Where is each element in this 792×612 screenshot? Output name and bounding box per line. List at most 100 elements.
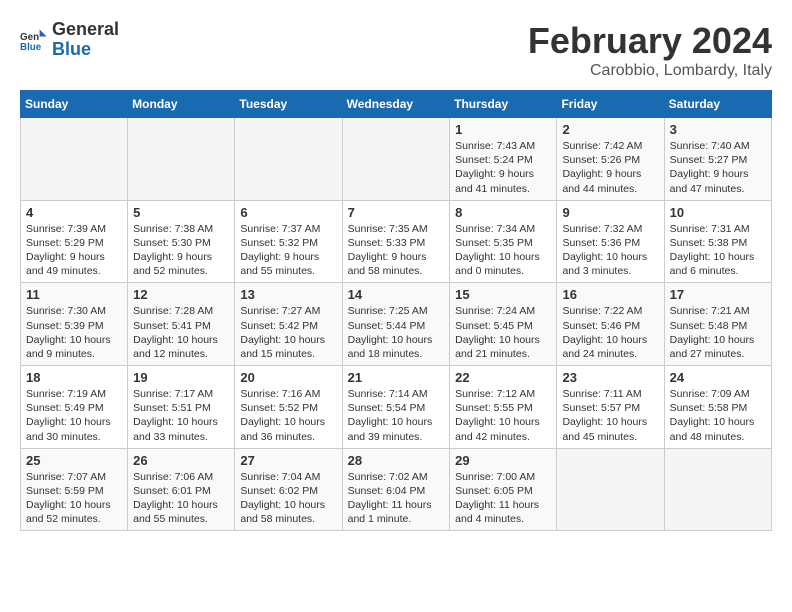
day-cell: 15 Sunrise: 7:24 AM Sunset: 5:45 PM Dayli…	[450, 283, 557, 366]
day-cell	[342, 118, 450, 201]
day-info: Sunrise: 7:39 AM Sunset: 5:29 PM Dayligh…	[26, 222, 122, 279]
calendar-subtitle: Carobbio, Lombardy, Italy	[528, 62, 772, 80]
day-info: Sunrise: 7:32 AM Sunset: 5:36 PM Dayligh…	[562, 222, 658, 279]
day-number: 3	[670, 122, 766, 137]
day-info: Sunrise: 7:09 AM Sunset: 5:58 PM Dayligh…	[670, 387, 766, 444]
calendar-table: SundayMondayTuesdayWednesdayThursdayFrid…	[20, 90, 772, 531]
day-cell: 28Sunrise: 7:02 AM Sunset: 6:04 PM Dayli…	[342, 448, 450, 531]
day-cell	[128, 118, 235, 201]
day-info: Sunrise: 7:37 AM Sunset: 5:32 PM Dayligh…	[240, 222, 336, 279]
day-cell: 8 Sunrise: 7:34 AM Sunset: 5:35 PM Daylig…	[450, 200, 557, 283]
calendar-title: February 2024	[528, 20, 772, 62]
day-number: 16	[562, 287, 658, 302]
day-info: Sunrise: 7:24 AM Sunset: 5:45 PM Dayligh…	[455, 304, 551, 361]
day-info: Sunrise: 7:04 AM Sunset: 6:02 PM Dayligh…	[240, 470, 336, 527]
day-cell: 9 Sunrise: 7:32 AM Sunset: 5:36 PM Daylig…	[557, 200, 664, 283]
day-cell: 20Sunrise: 7:16 AM Sunset: 5:52 PM Dayli…	[235, 366, 342, 449]
day-cell: 23 Sunrise: 7:11 AM Sunset: 5:57 PM Dayli…	[557, 366, 664, 449]
day-number: 12	[133, 287, 229, 302]
day-info: Sunrise: 7:17 AM Sunset: 5:51 PM Dayligh…	[133, 387, 229, 444]
day-info: Sunrise: 7:07 AM Sunset: 5:59 PM Dayligh…	[26, 470, 122, 527]
day-info: Sunrise: 7:43 AM Sunset: 5:24 PM Dayligh…	[455, 139, 551, 196]
day-cell: 7Sunrise: 7:35 AM Sunset: 5:33 PM Daylig…	[342, 200, 450, 283]
day-info: Sunrise: 7:22 AM Sunset: 5:46 PM Dayligh…	[562, 304, 658, 361]
day-number: 27	[240, 453, 336, 468]
day-number: 7	[348, 205, 445, 220]
day-cell: 4 Sunrise: 7:39 AM Sunset: 5:29 PM Daylig…	[21, 200, 128, 283]
svg-text:Blue: Blue	[20, 42, 42, 53]
header-thursday: Thursday	[450, 91, 557, 118]
logo-icon: Gen Blue	[20, 26, 48, 54]
day-number: 4	[26, 205, 122, 220]
day-cell: 3 Sunrise: 7:40 AM Sunset: 5:27 PM Daylig…	[664, 118, 771, 201]
header-saturday: Saturday	[664, 91, 771, 118]
day-number: 23	[562, 370, 658, 385]
day-number: 18	[26, 370, 122, 385]
week-row-0: 1Sunrise: 7:43 AM Sunset: 5:24 PM Daylig…	[21, 118, 772, 201]
day-cell: 22Sunrise: 7:12 AM Sunset: 5:55 PM Dayli…	[450, 366, 557, 449]
day-cell: 5 Sunrise: 7:38 AM Sunset: 5:30 PM Daylig…	[128, 200, 235, 283]
day-info: Sunrise: 7:25 AM Sunset: 5:44 PM Dayligh…	[348, 304, 445, 361]
day-info: Sunrise: 7:11 AM Sunset: 5:57 PM Dayligh…	[562, 387, 658, 444]
day-info: Sunrise: 7:14 AM Sunset: 5:54 PM Dayligh…	[348, 387, 445, 444]
day-info: Sunrise: 7:19 AM Sunset: 5:49 PM Dayligh…	[26, 387, 122, 444]
header-friday: Friday	[557, 91, 664, 118]
logo-line1: General	[52, 20, 119, 40]
week-row-2: 11Sunrise: 7:30 AM Sunset: 5:39 PM Dayli…	[21, 283, 772, 366]
day-number: 8	[455, 205, 551, 220]
header-monday: Monday	[128, 91, 235, 118]
day-number: 13	[240, 287, 336, 302]
day-number: 17	[670, 287, 766, 302]
day-number: 29	[455, 453, 551, 468]
title-area: February 2024 Carobbio, Lombardy, Italy	[528, 20, 772, 80]
day-number: 11	[26, 287, 122, 302]
day-cell: 26 Sunrise: 7:06 AM Sunset: 6:01 PM Dayli…	[128, 448, 235, 531]
day-number: 26	[133, 453, 229, 468]
day-number: 24	[670, 370, 766, 385]
day-cell	[557, 448, 664, 531]
day-number: 6	[240, 205, 336, 220]
day-cell: 21Sunrise: 7:14 AM Sunset: 5:54 PM Dayli…	[342, 366, 450, 449]
header-wednesday: Wednesday	[342, 91, 450, 118]
header-sunday: Sunday	[21, 91, 128, 118]
day-cell: 24 Sunrise: 7:09 AM Sunset: 5:58 PM Dayli…	[664, 366, 771, 449]
day-number: 28	[348, 453, 445, 468]
day-cell: 13 Sunrise: 7:27 AM Sunset: 5:42 PM Dayli…	[235, 283, 342, 366]
day-cell: 18 Sunrise: 7:19 AM Sunset: 5:49 PM Dayli…	[21, 366, 128, 449]
page-header: Gen Blue General Blue February 2024 Caro…	[20, 20, 772, 80]
day-info: Sunrise: 7:06 AM Sunset: 6:01 PM Dayligh…	[133, 470, 229, 527]
day-cell: 12Sunrise: 7:28 AM Sunset: 5:41 PM Dayli…	[128, 283, 235, 366]
day-info: Sunrise: 7:34 AM Sunset: 5:35 PM Dayligh…	[455, 222, 551, 279]
day-number: 25	[26, 453, 122, 468]
day-number: 20	[240, 370, 336, 385]
day-number: 5	[133, 205, 229, 220]
day-number: 19	[133, 370, 229, 385]
day-cell: 16 Sunrise: 7:22 AM Sunset: 5:46 PM Dayli…	[557, 283, 664, 366]
day-cell: 2Sunrise: 7:42 AM Sunset: 5:26 PM Daylig…	[557, 118, 664, 201]
day-info: Sunrise: 7:21 AM Sunset: 5:48 PM Dayligh…	[670, 304, 766, 361]
day-info: Sunrise: 7:12 AM Sunset: 5:55 PM Dayligh…	[455, 387, 551, 444]
day-info: Sunrise: 7:27 AM Sunset: 5:42 PM Dayligh…	[240, 304, 336, 361]
logo-line2: Blue	[52, 40, 119, 60]
day-number: 9	[562, 205, 658, 220]
week-row-3: 18 Sunrise: 7:19 AM Sunset: 5:49 PM Dayli…	[21, 366, 772, 449]
day-cell: 11Sunrise: 7:30 AM Sunset: 5:39 PM Dayli…	[21, 283, 128, 366]
day-number: 14	[348, 287, 445, 302]
day-cell: 1Sunrise: 7:43 AM Sunset: 5:24 PM Daylig…	[450, 118, 557, 201]
day-info: Sunrise: 7:00 AM Sunset: 6:05 PM Dayligh…	[455, 470, 551, 527]
day-info: Sunrise: 7:38 AM Sunset: 5:30 PM Dayligh…	[133, 222, 229, 279]
day-cell	[235, 118, 342, 201]
day-cell: 27 Sunrise: 7:04 AM Sunset: 6:02 PM Dayli…	[235, 448, 342, 531]
week-row-1: 4 Sunrise: 7:39 AM Sunset: 5:29 PM Daylig…	[21, 200, 772, 283]
day-cell	[664, 448, 771, 531]
day-cell: 25 Sunrise: 7:07 AM Sunset: 5:59 PM Dayli…	[21, 448, 128, 531]
day-cell: 29 Sunrise: 7:00 AM Sunset: 6:05 PM Dayli…	[450, 448, 557, 531]
day-cell: 10Sunrise: 7:31 AM Sunset: 5:38 PM Dayli…	[664, 200, 771, 283]
day-info: Sunrise: 7:31 AM Sunset: 5:38 PM Dayligh…	[670, 222, 766, 279]
day-cell: 14 Sunrise: 7:25 AM Sunset: 5:44 PM Dayli…	[342, 283, 450, 366]
day-cell	[21, 118, 128, 201]
day-number: 2	[562, 122, 658, 137]
day-number: 15	[455, 287, 551, 302]
day-info: Sunrise: 7:40 AM Sunset: 5:27 PM Dayligh…	[670, 139, 766, 196]
header-row: SundayMondayTuesdayWednesdayThursdayFrid…	[21, 91, 772, 118]
